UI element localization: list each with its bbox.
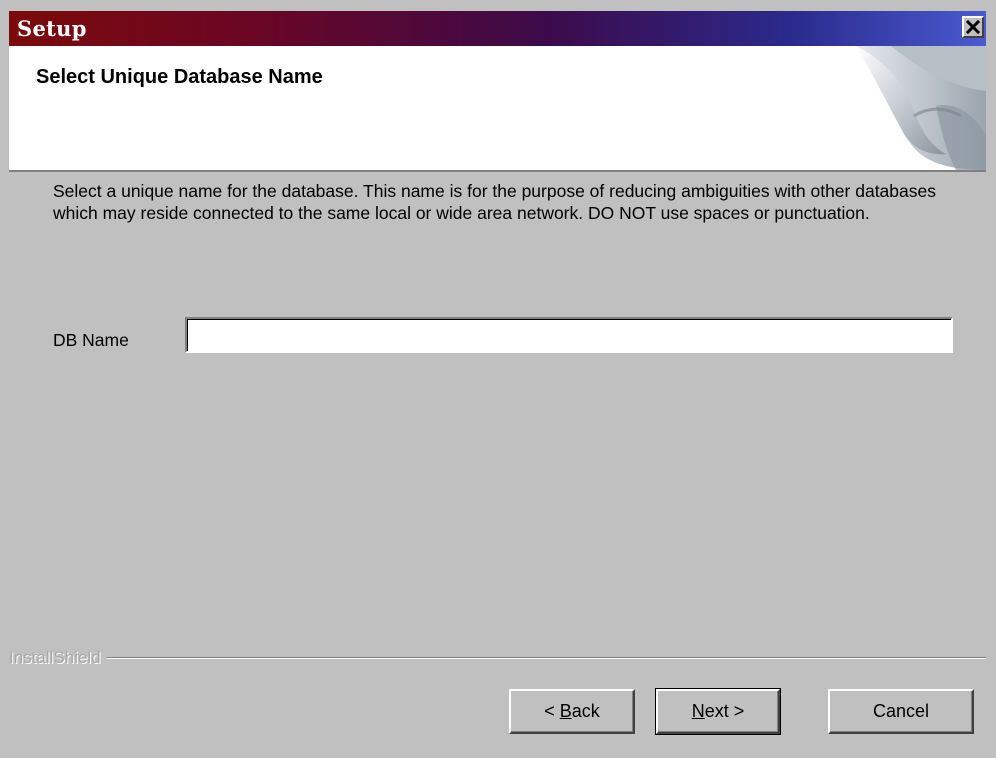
back-button-mnemonic: B (559, 701, 572, 721)
title-bar[interactable]: Setup (9, 11, 986, 46)
window-title: Setup (17, 16, 87, 41)
next-button-mnemonic: N (691, 701, 705, 721)
back-button-prefix: < (544, 701, 560, 721)
divider (9, 657, 986, 659)
back-button-rest: ack (571, 701, 600, 721)
footer-divider-row: InstallShield (9, 648, 986, 668)
close-button[interactable] (962, 16, 984, 38)
back-button[interactable]: < Back (509, 689, 635, 734)
wizard-header: Select Unique Database Name (9, 46, 986, 172)
close-icon (966, 20, 980, 34)
description-text: Select a unique name for the database. T… (53, 181, 936, 223)
next-button[interactable]: Next > (655, 688, 781, 735)
installshield-curl-graphic-icon (856, 46, 986, 170)
cancel-button[interactable]: Cancel (828, 689, 974, 734)
next-button-rest: ext > (704, 701, 745, 721)
installshield-brand: InstallShield (9, 648, 107, 668)
setup-dialog: Setup Select Unique Database Name Select… (0, 0, 996, 758)
db-name-label: DB Name (53, 330, 129, 350)
db-name-input[interactable] (185, 317, 953, 353)
page-title: Select Unique Database Name (36, 66, 323, 88)
